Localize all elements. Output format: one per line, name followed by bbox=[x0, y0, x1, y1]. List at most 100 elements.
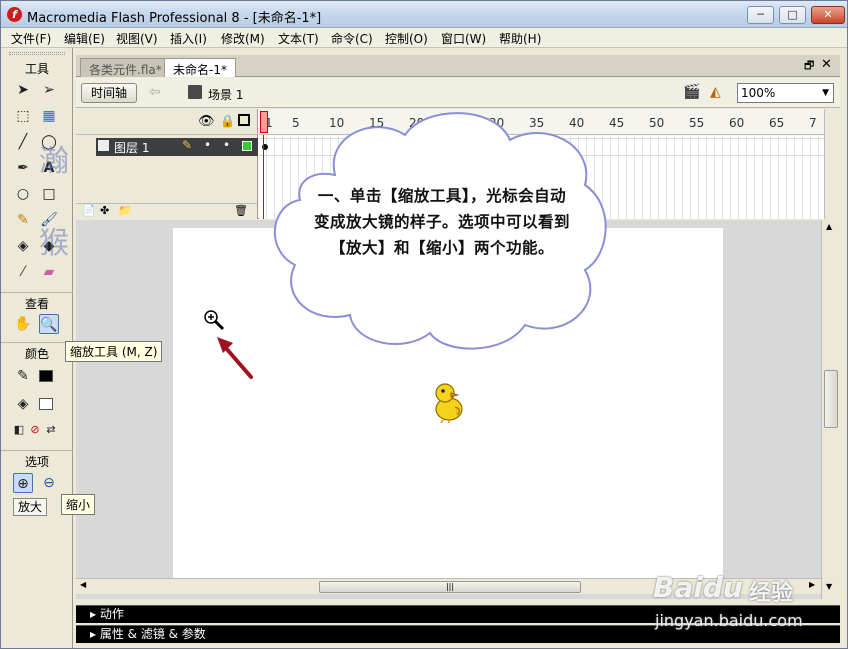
maximize-button[interactable]: □ bbox=[779, 6, 806, 24]
flash-logo-icon: f bbox=[7, 7, 22, 22]
panel-grip[interactable] bbox=[9, 52, 65, 55]
scroll-left-icon[interactable]: ◀ bbox=[80, 580, 86, 589]
scene-name: 场景 1 bbox=[208, 88, 244, 102]
restore-doc-icon[interactable]: 🗗 bbox=[804, 57, 814, 76]
eraser-tool-icon[interactable]: ▰ bbox=[39, 262, 59, 282]
fill-color-swatch[interactable] bbox=[39, 398, 53, 410]
frame-tick: 60 bbox=[729, 116, 745, 130]
tools-panel: 工具 ➤ ➢ ⬚ ▦ ╱ ◯ ✒ A ○ □ ✎ 🖌 ◈ ◆ ⁄ ▰ 查看 ✋ … bbox=[1, 48, 73, 648]
frame-tick: 50 bbox=[649, 116, 665, 130]
edit-scene-icon[interactable]: 🎬 bbox=[683, 84, 700, 100]
vertical-scroll-thumb[interactable] bbox=[824, 370, 838, 428]
gradient-transform-tool-icon[interactable]: ▦ bbox=[39, 106, 59, 126]
horizontal-scroll-thumb[interactable]: ||| bbox=[319, 581, 581, 593]
frame-tick: 7 bbox=[809, 116, 817, 130]
layer-icon bbox=[98, 140, 109, 151]
outline-icon[interactable] bbox=[238, 114, 250, 126]
pen-tool-icon[interactable]: ✒ bbox=[13, 158, 33, 178]
menu-window[interactable]: 窗口(W) bbox=[441, 30, 486, 47]
pencil-tool-icon[interactable]: ✎ bbox=[13, 210, 33, 230]
options-header: 选项 bbox=[1, 450, 73, 470]
menu-view[interactable]: 视图(V) bbox=[116, 30, 158, 47]
fill-color-icon: ◈ bbox=[17, 396, 29, 412]
zoom-out-icon[interactable]: ⊖ bbox=[39, 473, 59, 493]
stroke-color-icon: ✎ bbox=[17, 368, 29, 384]
zoom-value: 100% bbox=[741, 86, 776, 100]
edit-symbols-icon[interactable]: ◭ bbox=[710, 84, 721, 100]
visibility-dot[interactable]: • bbox=[204, 138, 211, 152]
menu-edit[interactable]: 编辑(E) bbox=[64, 30, 105, 47]
brush-tool-icon[interactable]: 🖌 bbox=[39, 210, 59, 230]
close-doc-icon[interactable]: ✕ bbox=[821, 57, 832, 72]
layer-footer: 📄 ✤ 📁 🗑 bbox=[76, 203, 258, 219]
paint-bucket-tool-icon[interactable]: ◆ bbox=[39, 236, 59, 256]
callout-text: 一、单击【缩放工具】，光标会自动变成放大镜的样子。选项中可以看到【放大】和【缩小… bbox=[313, 187, 570, 257]
text-tool-icon[interactable]: A bbox=[39, 158, 59, 178]
frame-tick: 65 bbox=[769, 116, 785, 130]
zoom-select[interactable]: 100% ▼ bbox=[737, 83, 834, 103]
frame-tick: 55 bbox=[689, 116, 705, 130]
playhead-line bbox=[263, 135, 264, 219]
zoom-tool-icon[interactable]: 🔍 bbox=[39, 314, 59, 334]
window-title: Macromedia Flash Professional 8 - [未命名-1… bbox=[27, 11, 322, 26]
timeline-scrollbar[interactable] bbox=[824, 109, 840, 219]
layer-name: 图层 1 bbox=[114, 141, 150, 155]
lock-dot[interactable]: • bbox=[223, 138, 230, 152]
swap-colors-icon[interactable]: ⇄ bbox=[41, 420, 61, 440]
layer-header: 👁 🔒 bbox=[76, 109, 258, 135]
close-button[interactable]: ✕ bbox=[811, 6, 845, 24]
rectangle-tool-icon[interactable]: □ bbox=[39, 184, 59, 204]
chick-graphic bbox=[435, 383, 463, 423]
free-transform-tool-icon[interactable]: ⬚ bbox=[13, 106, 33, 126]
baidu-logo: Baidu bbox=[653, 571, 743, 604]
hand-tool-icon[interactable]: ✋ bbox=[13, 314, 33, 334]
vertical-scrollbar[interactable]: ▲ ▼ bbox=[821, 220, 840, 599]
zoom-in-label: 放大 bbox=[13, 498, 47, 516]
timeline-toggle-button[interactable]: 时间轴 bbox=[81, 83, 137, 103]
menu-bar: 文件(F) 编辑(E) 视图(V) 插入(I) 修改(M) 文本(T) 命令(C… bbox=[1, 28, 847, 48]
menu-control[interactable]: 控制(O) bbox=[385, 30, 428, 47]
title-bar: f Macromedia Flash Professional 8 - [未命名… bbox=[1, 1, 847, 28]
baidu-watermark: Baidu 经验 jingyan.baidu.com bbox=[653, 571, 843, 641]
eyedropper-tool-icon[interactable]: ⁄ bbox=[13, 262, 33, 282]
outline-color-swatch[interactable] bbox=[242, 141, 252, 151]
ink-bottle-tool-icon[interactable]: ◈ bbox=[13, 236, 33, 256]
stroke-color-swatch[interactable] bbox=[39, 370, 53, 382]
lock-icon[interactable]: 🔒 bbox=[220, 114, 235, 128]
oval-tool-icon[interactable]: ○ bbox=[13, 184, 33, 204]
edit-bar: 时间轴 ⇦ 场景 1 🎬 ◭ 100% ▼ bbox=[76, 78, 840, 108]
frame-tick: 45 bbox=[609, 116, 625, 130]
minimize-button[interactable]: ─ bbox=[747, 6, 774, 24]
menu-file[interactable]: 文件(F) bbox=[11, 30, 51, 47]
baidu-jingyan-text: 经验 bbox=[749, 581, 794, 606]
color-header: 颜色 bbox=[1, 342, 73, 362]
tab-document-2[interactable]: 未命名-1* bbox=[164, 58, 236, 77]
menu-insert[interactable]: 插入(I) bbox=[170, 30, 207, 47]
zoom-in-icon[interactable]: ⊕ bbox=[13, 473, 33, 493]
back-arrow-icon[interactable]: ⇦ bbox=[149, 84, 161, 100]
layer-row[interactable]: 图层 1 ✎ • • bbox=[96, 138, 258, 156]
tools-header: 工具 bbox=[24, 62, 49, 76]
zoom-cursor-icon bbox=[204, 310, 225, 331]
delete-layer-icon[interactable]: 🗑 bbox=[234, 204, 248, 217]
subselection-tool-icon[interactable]: ➢ bbox=[39, 80, 59, 100]
menu-text[interactable]: 文本(T) bbox=[278, 30, 319, 47]
pencil-icon: ✎ bbox=[182, 138, 193, 152]
tab-document-1[interactable]: 各类元件.fla* bbox=[80, 58, 171, 77]
add-guide-layer-icon[interactable]: ✤ bbox=[100, 204, 109, 217]
scene-icon bbox=[188, 85, 202, 99]
menu-commands[interactable]: 命令(C) bbox=[331, 30, 373, 47]
scroll-up-icon[interactable]: ▲ bbox=[826, 222, 832, 231]
selection-tool-icon[interactable]: ➤ bbox=[13, 80, 33, 100]
add-layer-icon[interactable]: 📄 bbox=[82, 204, 96, 217]
menu-modify[interactable]: 修改(M) bbox=[221, 30, 265, 47]
flash-window: f Macromedia Flash Professional 8 - [未命名… bbox=[0, 0, 848, 649]
eye-icon[interactable]: 👁 bbox=[198, 114, 215, 129]
view-header: 查看 bbox=[1, 292, 73, 312]
add-folder-icon[interactable]: 📁 bbox=[118, 204, 132, 217]
pointer-arrow-icon bbox=[217, 337, 253, 379]
lasso-tool-icon[interactable]: ◯ bbox=[39, 132, 59, 152]
line-tool-icon[interactable]: ╱ bbox=[13, 132, 33, 152]
chevron-down-icon[interactable]: ▼ bbox=[822, 84, 829, 102]
menu-help[interactable]: 帮助(H) bbox=[499, 30, 541, 47]
